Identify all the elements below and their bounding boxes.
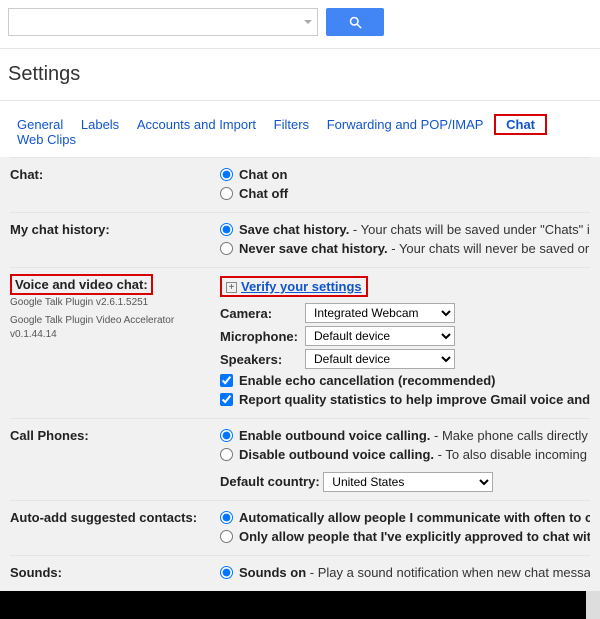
chat-off-radio[interactable] <box>220 187 233 200</box>
default-country-label: Default country: <box>220 474 320 489</box>
echo-text: Enable echo cancellation (recommended) <box>239 373 495 388</box>
plus-icon[interactable]: + <box>226 282 237 293</box>
highlight-box: Chat <box>494 114 547 135</box>
autoadd-label: Auto-add suggested contacts: <box>10 509 220 547</box>
tab-forwarding[interactable]: Forwarding and POP/IMAP <box>327 117 484 132</box>
chat-label: Chat: <box>10 166 220 204</box>
search-container <box>8 8 318 36</box>
search-input[interactable] <box>8 8 318 36</box>
chat-off-text: Chat off <box>239 186 288 201</box>
default-country-select[interactable]: United States <box>323 472 493 492</box>
autoadd-explicit-text: Only allow people that I've explicitly a… <box>239 529 590 544</box>
chat-on-text: Chat on <box>239 167 287 182</box>
camera-label: Camera: <box>220 306 305 321</box>
speakers-label: Speakers: <box>220 352 305 367</box>
dropdown-caret-icon[interactable] <box>304 20 312 24</box>
microphone-select[interactable]: Default device <box>305 326 455 346</box>
highlight-box: + Verify your settings <box>220 276 368 297</box>
save-history-bold: Save chat history. <box>239 222 349 237</box>
tab-general[interactable]: General <box>17 117 63 132</box>
page-title: Settings <box>0 49 600 100</box>
sounds-label: Sounds: <box>10 564 220 583</box>
highlight-box: Voice and video chat: <box>10 274 153 295</box>
microphone-label: Microphone: <box>220 329 305 344</box>
plugin-version-2: Google Talk Plugin Video Accelerator v0.… <box>10 314 220 342</box>
disable-calling-bold: Disable outbound voice calling. <box>239 447 434 462</box>
disable-calling-desc: - To also disable incoming calls <box>434 447 590 462</box>
plugin-version-1: Google Talk Plugin v2.6.1.5251 <box>10 296 220 310</box>
tab-filters[interactable]: Filters <box>274 117 309 132</box>
tab-chat[interactable]: Chat <box>506 117 535 132</box>
autoadd-explicit-radio[interactable] <box>220 530 233 543</box>
disable-calling-radio[interactable] <box>220 448 233 461</box>
camera-select[interactable]: Integrated Webcam <box>305 303 455 323</box>
echo-checkbox[interactable] <box>220 374 233 387</box>
sounds-on-desc: - Play a sound notification when new cha… <box>306 565 590 580</box>
save-history-desc: - Your chats will be saved under "Chats"… <box>349 222 590 237</box>
bottom-bar <box>0 591 600 619</box>
voice-label: Voice and video chat: <box>15 277 148 292</box>
report-text: Report quality statistics to help improv… <box>239 392 590 407</box>
never-save-desc: - Your chats will never be saved or sear… <box>388 241 590 256</box>
enable-calling-desc: - Make phone calls directly from <box>430 428 590 443</box>
settings-tabs: General Labels Accounts and Import Filte… <box>0 101 600 157</box>
autoadd-allow-radio[interactable] <box>220 511 233 524</box>
never-save-radio[interactable] <box>220 242 233 255</box>
verify-settings-link[interactable]: Verify your settings <box>241 279 362 294</box>
call-phones-label: Call Phones: <box>10 427 220 492</box>
save-history-radio[interactable] <box>220 223 233 236</box>
autoadd-allow-text: Automatically allow people I communicate… <box>239 510 590 525</box>
never-save-bold: Never save chat history. <box>239 241 388 256</box>
search-button[interactable] <box>326 8 384 36</box>
tab-webclips[interactable]: Web Clips <box>17 132 76 147</box>
sounds-on-radio[interactable] <box>220 566 233 579</box>
sounds-on-bold: Sounds on <box>239 565 306 580</box>
enable-calling-radio[interactable] <box>220 429 233 442</box>
tab-labels[interactable]: Labels <box>81 117 119 132</box>
tab-accounts[interactable]: Accounts and Import <box>137 117 256 132</box>
history-label: My chat history: <box>10 221 220 259</box>
search-icon <box>348 15 363 30</box>
report-checkbox[interactable] <box>220 393 233 406</box>
enable-calling-bold: Enable outbound voice calling. <box>239 428 430 443</box>
chat-on-radio[interactable] <box>220 168 233 181</box>
speakers-select[interactable]: Default device <box>305 349 455 369</box>
